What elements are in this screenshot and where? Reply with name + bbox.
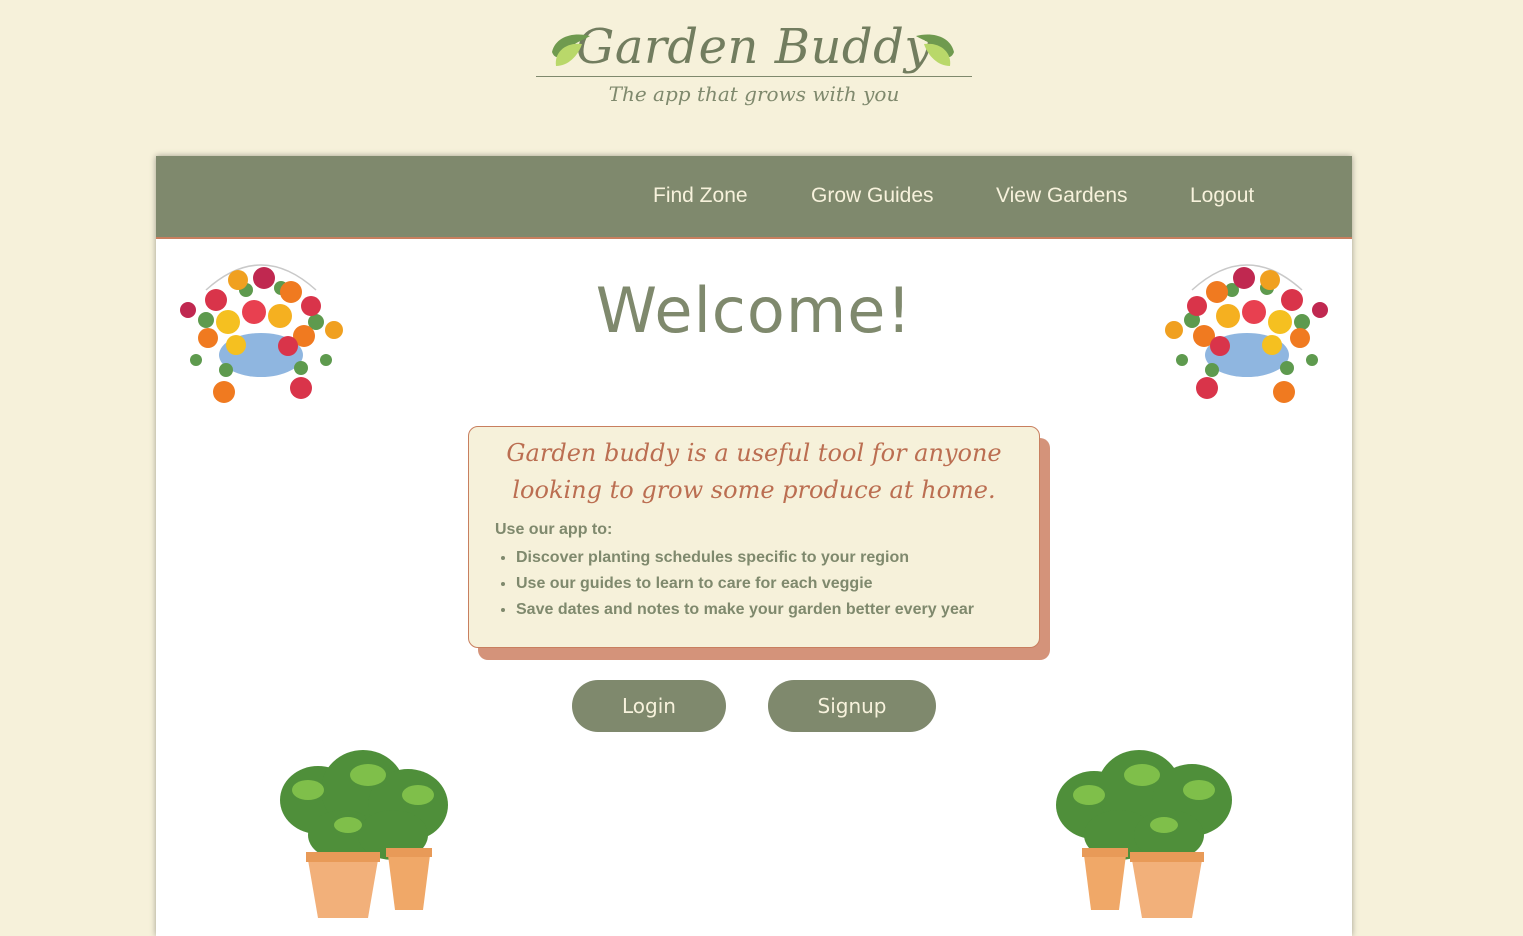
potted-plants-illustration xyxy=(1056,750,1232,918)
logo[interactable]: Garden Buddy xyxy=(536,14,972,77)
nav-logout[interactable]: Logout xyxy=(1190,184,1254,208)
leaf-icon xyxy=(916,34,954,66)
navbar: Find Zone Grow Guides View Gardens Logou… xyxy=(156,156,1352,239)
main-card: Find Zone Grow Guides View Gardens Logou… xyxy=(156,156,1352,936)
nav-view-gardens[interactable]: View Gardens xyxy=(996,184,1128,208)
tagline: The app that grows with you xyxy=(608,82,900,106)
nav-grow-guides[interactable]: Grow Guides xyxy=(811,184,934,208)
signup-button[interactable]: Signup xyxy=(768,680,936,732)
feature-list: Discover planting schedules specific to … xyxy=(495,545,974,623)
logo-title: Garden Buddy xyxy=(576,19,932,75)
nav-find-zone[interactable]: Find Zone xyxy=(653,184,748,208)
list-item: Use our guides to learn to care for each… xyxy=(516,571,974,597)
info-heading: Garden buddy is a useful tool for anyone… xyxy=(506,439,1002,504)
info-box: Garden buddy is a useful tool for anyone… xyxy=(468,426,1040,648)
leaf-icon xyxy=(552,34,590,66)
list-item: Save dates and notes to make your garden… xyxy=(516,597,974,623)
info-intro: Use our app to: xyxy=(495,521,613,538)
potted-plants-illustration xyxy=(280,750,448,918)
site-header: Garden Buddy The app that grows with you xyxy=(0,0,1523,140)
page-title: Welcome! xyxy=(595,274,913,347)
login-button[interactable]: Login xyxy=(572,680,726,732)
list-item: Discover planting schedules specific to … xyxy=(516,545,974,571)
